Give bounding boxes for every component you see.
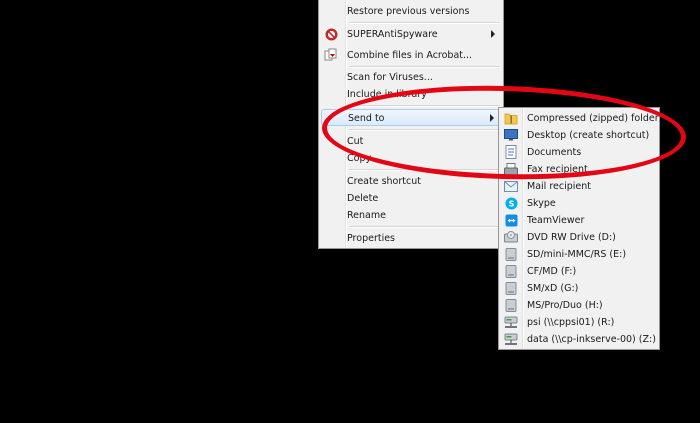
removable-drive-icon (504, 247, 518, 261)
send-to-item-sd-mini-mmc[interactable]: SD/mini-MMC/RS (E:) (501, 246, 657, 263)
menu-item-label: Desktop (create shortcut) (527, 130, 650, 141)
acrobat-combine-icon (324, 48, 338, 62)
menu-item-label: Create shortcut (347, 176, 421, 187)
menu-item-superantispyware[interactable]: SUPERAntiSpyware (321, 26, 501, 43)
zip-folder-icon (504, 111, 518, 125)
mail-icon (504, 179, 518, 193)
send-to-item-dvd-rw-drive[interactable]: DVD RW Drive (D:) (501, 229, 657, 246)
documents-icon (504, 145, 518, 159)
menu-separator (349, 22, 500, 24)
menu-item-create-shortcut[interactable]: Create shortcut (321, 173, 501, 190)
menu-item-label: SD/mini-MMC/RS (E:) (527, 249, 627, 260)
removable-drive-icon (504, 298, 518, 312)
menu-separator (349, 66, 500, 68)
submenu-arrow-icon (490, 114, 494, 122)
desktop-icon (504, 128, 518, 142)
menu-item-label: Compressed (zipped) folder (527, 113, 659, 124)
send-to-item-desktop[interactable]: Desktop (create shortcut) (501, 127, 657, 144)
context-menu: Restore previous versions SUPERAntiSpywa… (318, 0, 504, 249)
menu-item-label: Properties (347, 233, 396, 244)
menu-separator (349, 129, 500, 131)
menu-item-label: TeamViewer (527, 215, 585, 226)
menu-item-restore-previous-versions[interactable]: Restore previous versions (321, 3, 501, 20)
send-to-item-teamviewer[interactable]: TeamViewer (501, 212, 657, 229)
menu-item-label: SUPERAntiSpyware (347, 29, 438, 40)
menu-separator (349, 105, 500, 107)
menu-item-label: Rename (347, 210, 386, 221)
teamviewer-icon (504, 213, 518, 227)
send-to-submenu: Compressed (zipped) folder Desktop (crea… (498, 107, 660, 350)
send-to-item-skype[interactable]: S Skype (501, 195, 657, 212)
submenu-arrow-icon (491, 30, 495, 38)
menu-item-label: Cut (347, 136, 364, 147)
menu-item-label: data (\\cp-inkserve-00) (Z:) (527, 334, 656, 345)
svg-text:S: S (508, 199, 514, 208)
menu-item-label: Restore previous versions (347, 6, 470, 17)
send-to-item-compressed-folder[interactable]: Compressed (zipped) folder (501, 110, 659, 127)
send-to-item-psi-network-drive[interactable]: psi (\\cppsi01) (R:) (501, 314, 657, 331)
menu-item-rename[interactable]: Rename (321, 207, 501, 224)
menu-item-label: Send to (348, 113, 385, 124)
menu-item-send-to[interactable]: Send to (321, 109, 501, 126)
menu-item-label: MS/Pro/Duo (H:) (527, 300, 603, 311)
menu-item-label: Include in library (347, 89, 427, 100)
menu-separator (349, 226, 500, 228)
superantispyware-icon (324, 27, 338, 41)
menu-item-label: psi (\\cppsi01) (R:) (527, 317, 615, 328)
send-to-item-mail-recipient[interactable]: Mail recipient (501, 178, 657, 195)
menu-item-label: Copy (347, 153, 372, 164)
send-to-item-cf-md[interactable]: CF/MD (F:) (501, 263, 657, 280)
menu-item-cut[interactable]: Cut (321, 133, 501, 150)
removable-drive-icon (504, 281, 518, 295)
menu-item-label: Delete (347, 193, 379, 204)
menu-item-label: Scan for Viruses... (347, 72, 433, 83)
menu-item-properties[interactable]: Properties (321, 230, 501, 247)
send-to-item-sm-xd[interactable]: SM/xD (G:) (501, 280, 657, 297)
menu-separator (349, 169, 500, 171)
menu-item-copy[interactable]: Copy (321, 150, 501, 167)
menu-item-scan-for-viruses[interactable]: Scan for Viruses... (321, 69, 501, 86)
menu-item-label: Fax recipient (527, 164, 588, 175)
menu-item-combine-files-acrobat[interactable]: Combine files in Acrobat... (321, 47, 501, 64)
menu-item-label: DVD RW Drive (D:) (527, 232, 616, 243)
fax-icon (504, 162, 518, 176)
dvd-drive-icon (504, 230, 518, 244)
menu-item-label: Skype (527, 198, 556, 209)
menu-item-label: CF/MD (F:) (527, 266, 577, 277)
menu-item-include-in-library[interactable]: Include in library (321, 86, 501, 103)
menu-item-label: Mail recipient (527, 181, 591, 192)
send-to-item-documents[interactable]: Documents (501, 144, 657, 161)
menu-item-label: Documents (527, 147, 582, 158)
menu-item-label: Combine files in Acrobat... (347, 50, 473, 61)
menu-item-label: SM/xD (G:) (527, 283, 579, 294)
send-to-item-ms-pro-duo[interactable]: MS/Pro/Duo (H:) (501, 297, 657, 314)
network-drive-icon (504, 332, 518, 346)
network-drive-icon (504, 315, 518, 329)
menu-item-delete[interactable]: Delete (321, 190, 501, 207)
send-to-item-fax-recipient[interactable]: Fax recipient (501, 161, 657, 178)
removable-drive-icon (504, 264, 518, 278)
send-to-item-data-network-drive[interactable]: data (\\cp-inkserve-00) (Z:) (501, 331, 657, 348)
skype-icon: S (504, 196, 518, 210)
